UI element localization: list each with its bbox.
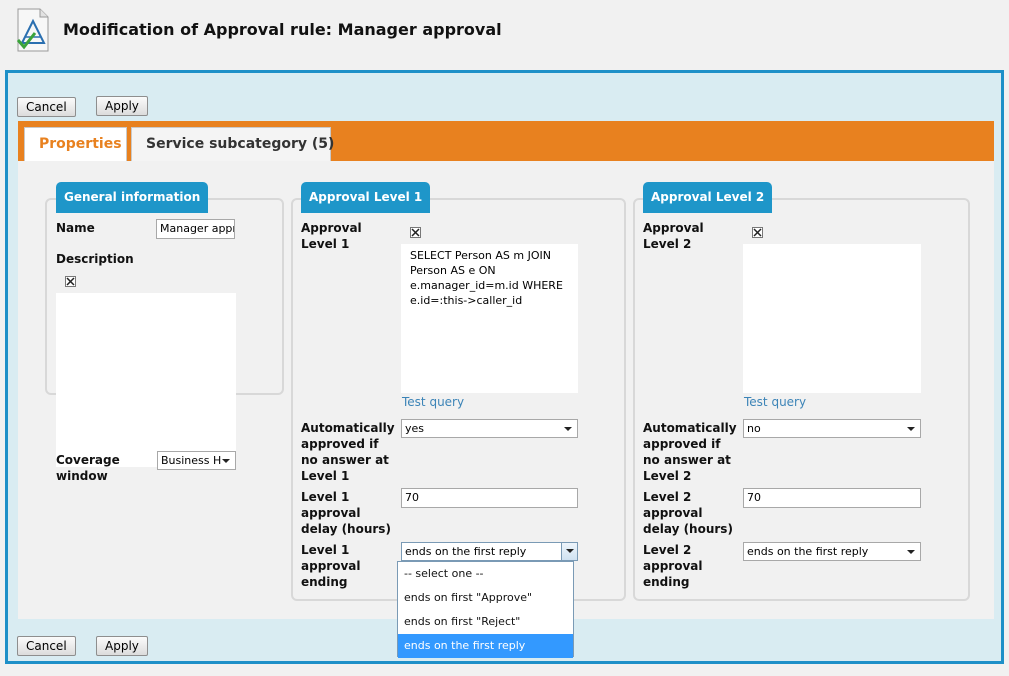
level1-query-editor-toolbar xyxy=(401,218,578,244)
description-label: Description xyxy=(56,252,134,266)
dropdown-option[interactable]: ends on first "Approve" xyxy=(398,586,573,610)
level1-ending-value: ends on the first reply xyxy=(405,545,527,558)
level1-ending-dropdown-list: -- select one -- ends on first "Approve"… xyxy=(397,561,574,658)
tab-bar: Properties Service subcategory (5) xyxy=(18,121,994,161)
level1-auto-approve-select[interactable]: yes xyxy=(401,419,578,438)
query-line: Person AS e ON xyxy=(410,264,496,277)
approval-level-1-legend: Approval Level 1 xyxy=(301,182,431,213)
level2-auto-approve-value: no xyxy=(747,422,761,435)
dropdown-option[interactable]: -- select one -- xyxy=(398,562,573,586)
level2-delay-label: Level 2 approval delay (hours) xyxy=(643,490,733,536)
maximize-icon[interactable] xyxy=(65,276,76,287)
coverage-window-label: Coverage window xyxy=(56,453,120,483)
chevron-down-icon xyxy=(907,550,915,554)
chevron-down-icon xyxy=(222,459,230,463)
apply-button-bottom[interactable]: Apply xyxy=(96,636,148,656)
page-header: Modification of Approval rule: Manager a… xyxy=(0,0,1009,70)
query-line: e.manager_id=m.id WHERE xyxy=(410,279,563,292)
level1-test-query-link[interactable]: Test query xyxy=(402,395,464,409)
approval-level-1-query-label: Approval Level 1 xyxy=(301,221,362,251)
level2-query-editor[interactable] xyxy=(743,244,921,393)
level2-delay-input[interactable]: 70 xyxy=(743,488,921,508)
level1-auto-approve-value: yes xyxy=(405,422,425,435)
chevron-down-icon xyxy=(907,427,915,431)
coverage-window-select[interactable]: Business H xyxy=(157,451,236,470)
query-line: e.id=:this->caller_id xyxy=(410,294,523,307)
name-label: Name xyxy=(56,221,95,235)
level2-query-editor-toolbar xyxy=(743,218,921,244)
cancel-button-top[interactable]: Cancel xyxy=(17,97,76,117)
level2-ending-value: ends on the first reply xyxy=(747,545,869,558)
dropdown-button[interactable] xyxy=(561,543,577,560)
general-information-legend: General information xyxy=(56,182,209,213)
level2-auto-approve-select[interactable]: no xyxy=(743,419,921,438)
properties-pane: General information Name Manager appr De… xyxy=(18,161,994,619)
maximize-icon[interactable] xyxy=(410,227,421,238)
level2-ending-select[interactable]: ends on the first reply xyxy=(743,542,921,561)
level1-ending-label: Level 1 approval ending xyxy=(301,543,361,589)
chevron-down-icon xyxy=(566,549,574,553)
level1-delay-input[interactable]: 70 xyxy=(401,488,578,508)
approval-level-2-query-label: Approval Level 2 xyxy=(643,221,704,251)
level1-query-editor[interactable]: SELECT Person AS m JOIN Person AS e ON e… xyxy=(401,244,578,393)
level1-ending-select[interactable]: ends on the first reply xyxy=(401,542,578,561)
level1-auto-approve-label: Automatically approved if no answer at L… xyxy=(301,421,395,483)
description-editor-toolbar xyxy=(56,269,236,293)
page-title: Modification of Approval rule: Manager a… xyxy=(63,20,502,39)
approval-rule-icon xyxy=(13,7,53,53)
level2-ending-label: Level 2 approval ending xyxy=(643,543,703,589)
chevron-down-icon xyxy=(564,427,572,431)
description-editor[interactable] xyxy=(56,293,236,467)
level2-test-query-link[interactable]: Test query xyxy=(744,395,806,409)
level1-delay-label: Level 1 approval delay (hours) xyxy=(301,490,391,536)
coverage-window-value: Business H xyxy=(161,454,222,467)
apply-button-top[interactable]: Apply xyxy=(96,96,148,116)
maximize-icon[interactable] xyxy=(752,227,763,238)
approval-level-2-legend: Approval Level 2 xyxy=(643,182,773,213)
cancel-button-bottom[interactable]: Cancel xyxy=(17,636,76,656)
tab-properties[interactable]: Properties xyxy=(24,127,127,161)
dropdown-option[interactable]: ends on first "Reject" xyxy=(398,610,573,634)
name-input[interactable]: Manager appr xyxy=(156,219,235,239)
tab-service-subcategory[interactable]: Service subcategory (5) xyxy=(131,127,334,161)
dropdown-option-selected[interactable]: ends on the first reply xyxy=(398,634,573,658)
level2-auto-approve-label: Automatically approved if no answer at L… xyxy=(643,421,737,483)
query-line: SELECT Person AS m JOIN xyxy=(410,249,551,262)
